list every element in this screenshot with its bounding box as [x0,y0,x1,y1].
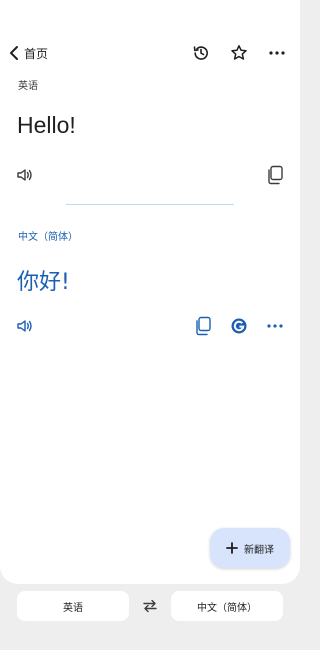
speaker-icon[interactable] [16,166,34,184]
translated-text: 你好! [17,270,70,295]
source-text[interactable]: Hello! [17,112,76,139]
top-bar: 首页 [0,38,300,68]
back-label: 首页 [24,46,49,61]
more-icon[interactable] [266,42,288,64]
star-icon[interactable] [228,42,250,64]
plus-icon [226,539,238,558]
speaker-icon[interactable] [16,317,34,335]
back-button[interactable]: 首页 [8,43,48,63]
copy-icon[interactable] [266,165,284,185]
chevron-left-icon [8,45,20,61]
target-language-button[interactable]: 中文（简体） [171,591,283,621]
google-g-icon[interactable] [230,317,248,335]
more-options-icon[interactable] [265,317,285,335]
history-icon[interactable] [190,42,212,64]
divider [66,204,234,205]
source-language-label: 英语 [18,81,38,92]
new-translation-button[interactable]: 新翻译 [210,528,290,568]
target-language-label: 中文（简体） [18,232,78,243]
translation-sheet: 首页 英语 Hello! 中文（简体） 你好! 新翻译 [0,0,300,584]
new-translation-label: 新翻译 [244,544,274,556]
swap-icon[interactable] [141,597,159,615]
language-bar: 英语 中文（简体） [0,584,300,650]
source-language-button[interactable]: 英语 [17,591,129,621]
copy-icon[interactable] [194,316,212,336]
